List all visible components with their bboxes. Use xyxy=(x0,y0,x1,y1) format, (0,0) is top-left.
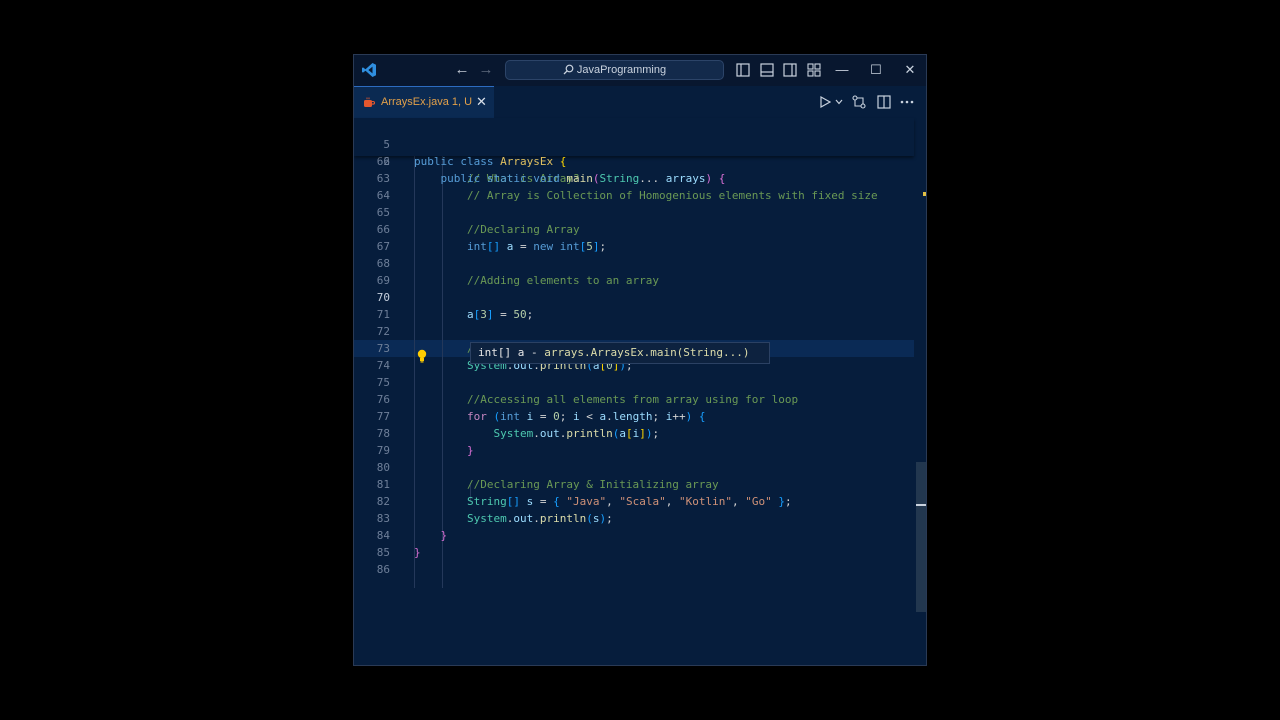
hover-tooltip: int[] a - arrays.ArraysEx.main(String...… xyxy=(470,342,770,364)
code-line-row[interactable]: 84 } xyxy=(354,527,914,544)
tab-close-icon[interactable]: ✕ xyxy=(476,94,487,110)
code-text: System.out.println(a[i]); xyxy=(493,427,660,440)
line-number: 85 xyxy=(376,546,390,559)
line-number: 76 xyxy=(376,393,390,406)
code-line: public static void main(String... arrays… xyxy=(440,172,726,185)
line-number: 65 xyxy=(376,206,390,219)
code-line-row[interactable]: 68 xyxy=(354,255,914,272)
run-icon[interactable] xyxy=(819,96,831,108)
code-line-row[interactable]: 70 xyxy=(354,289,914,306)
code-text: System.out.println(s); xyxy=(466,512,613,525)
code-text: // Array is Collection of Homogenious el… xyxy=(466,189,878,202)
search-icon xyxy=(563,64,574,75)
line-number: 82 xyxy=(376,495,390,508)
code-line-row[interactable]: 71 a[3] = 50; xyxy=(354,306,914,323)
code-text: for (int i = 0; i < a.length; i++) { xyxy=(466,410,706,423)
back-arrow-icon[interactable]: ← xyxy=(453,61,471,79)
line-number: 70 xyxy=(376,291,390,304)
vscode-window: ← → JavaProgramming — ☐ ✕ ArraysEx.java … xyxy=(353,54,927,666)
code-text: String[] s = { "Java", "Scala", "Kotlin"… xyxy=(466,495,792,508)
close-icon[interactable]: ✕ xyxy=(901,61,919,79)
minimize-icon[interactable]: — xyxy=(833,61,851,79)
line-number: 80 xyxy=(376,461,390,474)
code-line-row[interactable]: 86 xyxy=(354,561,914,578)
line-number: 69 xyxy=(376,274,390,287)
code-line-row[interactable]: 66 //Declaring Array xyxy=(354,221,914,238)
code-text: int[] a = new int[5]; xyxy=(466,240,607,253)
code-text: } xyxy=(414,546,421,559)
line-number: 72 xyxy=(376,325,390,338)
vertical-scrollbar[interactable] xyxy=(916,462,926,612)
line-number: 75 xyxy=(376,376,390,389)
toggle-sidebar-icon[interactable] xyxy=(735,62,751,78)
tab-arraysex[interactable]: ArraysEx.java 1, U ✕ xyxy=(354,86,494,118)
code-line-row[interactable]: 83 System.out.println(s); xyxy=(354,510,914,527)
code-line: public class ArraysEx { xyxy=(414,155,567,168)
code-line-row[interactable]: 79 } xyxy=(354,442,914,459)
command-center-search[interactable]: JavaProgramming xyxy=(505,60,724,80)
line-number: 73 xyxy=(376,342,390,355)
more-actions-icon[interactable] xyxy=(900,100,914,104)
title-bar: ← → JavaProgramming — ☐ ✕ xyxy=(354,55,926,86)
split-editor-icon[interactable] xyxy=(877,95,891,109)
code-line-row[interactable]: 76 //Accessing all elements from array u… xyxy=(354,391,914,408)
sticky-scroll-header[interactable]: 5 public class ArraysEx { 6 public stati… xyxy=(354,118,914,185)
line-number: 79 xyxy=(376,444,390,457)
line-number: 66 xyxy=(376,223,390,236)
tab-bar: ArraysEx.java 1, U ✕ xyxy=(354,86,926,118)
sticky-line[interactable]: 6 public static void main(String... arra… xyxy=(354,136,914,185)
line-number: 77 xyxy=(376,410,390,423)
line-number: 68 xyxy=(376,257,390,270)
code-text: } xyxy=(466,444,474,457)
code-line-row[interactable]: 67 int[] a = new int[5]; xyxy=(354,238,914,255)
line-number: 74 xyxy=(376,359,390,372)
line-number: 83 xyxy=(376,512,390,525)
code-line-row[interactable]: 75 xyxy=(354,374,914,391)
line-number: 6 xyxy=(383,155,390,168)
line-number: 81 xyxy=(376,478,390,491)
code-line-row[interactable]: 80 xyxy=(354,459,914,476)
line-number: 78 xyxy=(376,427,390,440)
lightbulb-icon[interactable] xyxy=(416,349,428,363)
forward-arrow-icon[interactable]: → xyxy=(477,61,495,79)
vscode-logo-icon xyxy=(362,63,376,77)
compare-changes-icon[interactable] xyxy=(852,95,866,109)
toggle-secondary-sidebar-icon[interactable] xyxy=(782,62,798,78)
code-line-row[interactable]: 65 xyxy=(354,204,914,221)
line-number: 86 xyxy=(376,563,390,576)
scrollbar-cursor-marker xyxy=(916,504,926,506)
code-text: a[3] = 50; xyxy=(466,308,534,321)
code-line-row[interactable]: 85} xyxy=(354,544,914,561)
code-line-row[interactable]: 78 System.out.println(a[i]); xyxy=(354,425,914,442)
code-text: //Accessing all elements from array usin… xyxy=(466,393,799,406)
java-file-icon xyxy=(364,97,375,107)
code-line-row[interactable]: 77 for (int i = 0; i < a.length; i++) { xyxy=(354,408,914,425)
code-text: //Adding elements to an array xyxy=(466,274,660,287)
customize-layout-icon[interactable] xyxy=(806,62,822,78)
code-line-row[interactable]: 64 // Array is Collection of Homogenious… xyxy=(354,187,914,204)
code-line-row[interactable]: 69 //Adding elements to an array xyxy=(354,272,914,289)
code-line-row[interactable]: 82 String[] s = { "Java", "Scala", "Kotl… xyxy=(354,493,914,510)
code-text: //Declaring Array xyxy=(466,223,580,236)
code-text: //Declaring Array & Initializing array xyxy=(466,478,719,491)
search-text: JavaProgramming xyxy=(576,64,667,76)
code-line-row[interactable]: 81 //Declaring Array & Initializing arra… xyxy=(354,476,914,493)
overview-ruler-marker xyxy=(923,192,926,196)
code-editor[interactable]: 5 public class ArraysEx { 6 public stati… xyxy=(354,118,926,665)
line-number: 84 xyxy=(376,529,390,542)
line-number: 67 xyxy=(376,240,390,253)
toggle-panel-icon[interactable] xyxy=(759,62,775,78)
sticky-line[interactable]: 5 public class ArraysEx { xyxy=(354,119,914,168)
tab-label: ArraysEx.java 1, U xyxy=(381,96,473,108)
line-number: 71 xyxy=(376,308,390,321)
code-text: } xyxy=(440,529,448,542)
maximize-icon[interactable]: ☐ xyxy=(867,61,885,79)
code-line-row[interactable]: 72 xyxy=(354,323,914,340)
chevron-down-icon[interactable] xyxy=(835,99,843,105)
